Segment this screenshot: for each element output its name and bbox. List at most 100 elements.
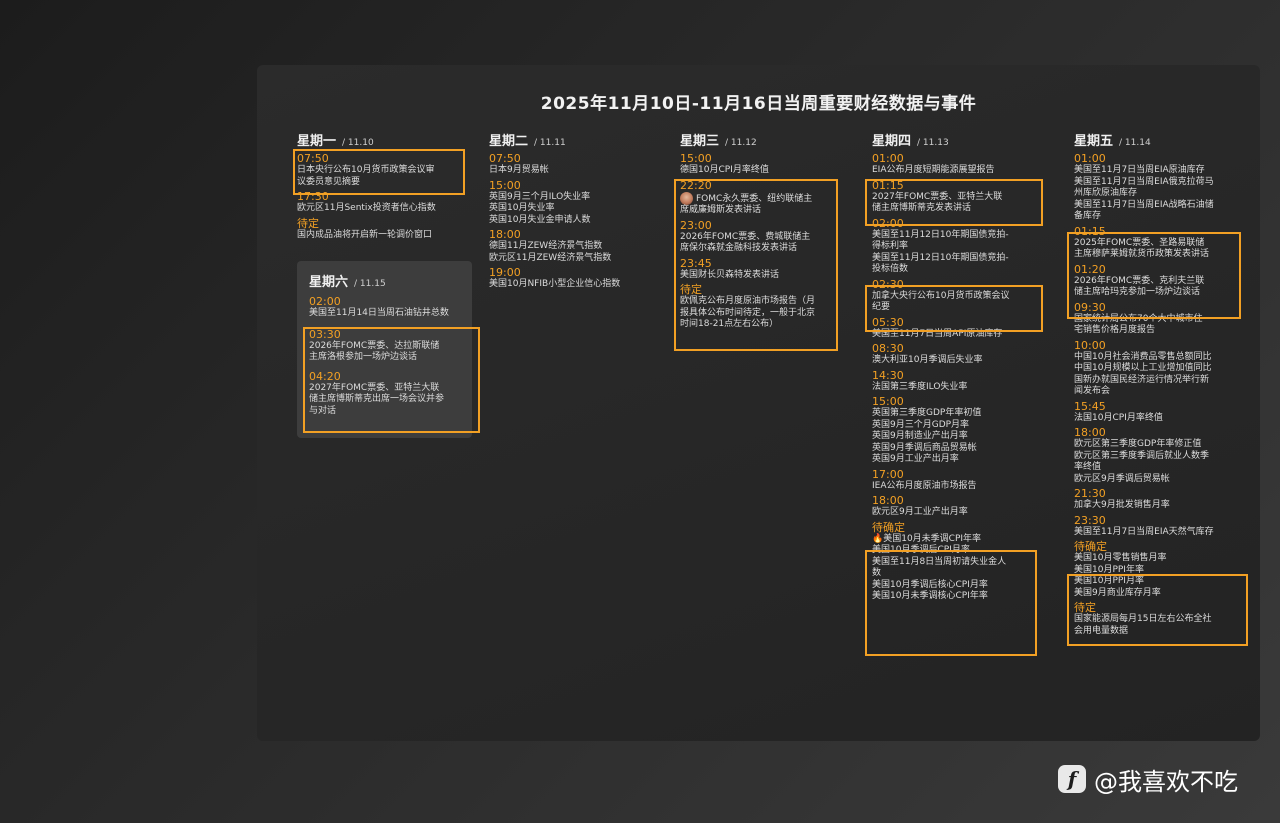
day-date: / 11.13 — [917, 138, 949, 148]
event-text: 主席洛根参加一场炉边谈话 — [309, 352, 469, 364]
event-time: 19:00 — [489, 266, 521, 279]
event-text-line: 美国10月NFIB小型企业信心指数 — [489, 279, 621, 289]
event-time: 18:00 — [489, 228, 521, 241]
event-text: 欧元区第三季度季调后就业人数季 — [1074, 451, 1246, 463]
day-header: 星期四 / 11.13 — [872, 134, 1044, 150]
day-column-wednesday: 星期三/ 11.12 15:00 德国10月CPI月率终值 22:20 FOMC永久票委… — [680, 134, 852, 331]
event-text: 纪要 — [872, 302, 1044, 314]
event-text: 储主席哈玛克参加一场炉边谈话 — [1074, 287, 1246, 299]
event-text: 国新办就国民经济运行情况举行新 — [1074, 375, 1246, 387]
event-text-line: 美国10月PPI年率 — [1074, 564, 1144, 575]
event-text: 德国10月CPI月率终值 — [680, 165, 852, 177]
event-text-line: 英国9月季调后商品贸易帐 — [872, 442, 977, 453]
watermark: f @我喜欢不吃 — [1058, 761, 1238, 797]
event-time: 待确定 — [1074, 540, 1107, 553]
event-text-line: 2026年FOMC票委、费城联储主 — [680, 231, 811, 242]
event-item: 18:00 德国11月ZEW经济景气指数 欧元区11月ZEW经济景气指数 — [489, 228, 661, 264]
event-text-line: 美国至11月8日当周初请失业金人 — [872, 556, 1007, 567]
event-item: 05:30 美国至11月7日当周API原油库存 — [872, 316, 1044, 341]
event-text: 国内成品油将开启新一轮调价窗口 — [297, 230, 469, 242]
fire-icon: 🔥 — [872, 533, 884, 544]
event-text: 得标利率 — [872, 241, 1044, 253]
event-item: 01:00 EIA公布月度短期能源展望报告 — [872, 152, 1044, 177]
event-text-line: 会用电量数据 — [1074, 625, 1129, 636]
event-time: 15:00 — [489, 178, 521, 192]
event-item: 23:00 2026年FOMC票委、费城联储主 席保尔森就金融科技发表讲话 — [680, 219, 852, 255]
event-item: 01:00 美国至11月7日当周EIA原油库存 美国至11月7日当周EIA俄克拉荷马… — [1074, 152, 1246, 223]
event-text-line: 美国10月零售销售月率 — [1074, 553, 1167, 563]
event-text: 2026年FOMC票委、费城联储主 — [680, 232, 852, 244]
event-text: 报具体公布时间待定，一般于北京 — [680, 308, 852, 320]
day-header: 星期五 / 11.14 — [1074, 134, 1246, 150]
event-item: 18:00 欧元区第三季度GDP年率修正值 欧元区第三季度季调后就业人数季 率终值 欧元… — [1074, 426, 1246, 485]
calendar-card: 2025年11月10日-11月16日当周重要财经数据与事件 星期一 / 11.10… — [257, 65, 1260, 741]
event-text-line: 美国至11月7日当周EIA天然气库存 — [1074, 526, 1214, 537]
event-text-line: 加拿大央行公布10月货币政策会议 — [872, 290, 1010, 301]
event-item: 03:30 2026年FOMC票委、达拉斯联储 主席洛根参加一场炉边谈话 — [309, 328, 469, 364]
event-text: 欧元区9月季调后贸易帐 — [1074, 474, 1246, 486]
event-text: 美国至11月8日当周初请失业金人 — [872, 557, 1044, 569]
event-text: 与对话 — [309, 406, 469, 418]
event-time: 01:00 — [872, 152, 904, 165]
day-date: / 11.10 — [342, 138, 374, 148]
event-item: 02:00 美国至11月12日10年期国债竞拍- 得标利率 美国至11月12日10年期… — [872, 217, 1044, 276]
event-text: 2026年FOMC票委、克利夫兰联 — [1074, 276, 1246, 288]
event-text: 德国11月ZEW经济景气指数 — [489, 241, 661, 253]
event-text-line: 席保尔森就金融科技发表讲话 — [680, 243, 798, 253]
event-text-line: 日本央行公布10月货币政策会议审 — [297, 165, 435, 175]
event-text-line: 德国11月ZEW经济景气指数 — [489, 241, 603, 251]
event-time: 21:30 — [1074, 487, 1106, 500]
event-text-line: 得标利率 — [872, 241, 909, 251]
event-text-line: 欧元区11月ZEW经济景气指数 — [489, 252, 612, 263]
day-header: 星期三 / 11.12 — [680, 134, 852, 150]
event-text: 欧元区11月ZEW经济景气指数 — [489, 253, 661, 265]
event-text: 美国10月季调后核心CPI月率 — [872, 580, 1044, 592]
event-text-line: 美国10月未季调CPI年率 — [883, 533, 982, 544]
avatar-icon — [680, 191, 693, 205]
event-text-line: 日本9月贸易帐 — [489, 165, 549, 175]
event-text: 州库欣原油库存 — [1074, 188, 1246, 200]
event-text: 率终值 — [1074, 462, 1246, 474]
event-text: 中国10月规模以上工业增加值同比 — [1074, 363, 1246, 375]
event-text: 美国至11月7日当周EIA战略石油储 — [1074, 200, 1246, 212]
day-column-monday: 星期一/ 11.10 07:50 日本央行公布10月货币政策会议审 议委员意见摘要 17… — [297, 134, 469, 241]
event-text: EIA公布月度短期能源展望报告 — [872, 165, 1044, 177]
event-item: 23:30 美国至11月7日当周EIA天然气库存 — [1074, 514, 1246, 539]
event-text: 闻发布会 — [1074, 386, 1246, 398]
event-text: 法国第三季度ILO失业率 — [872, 382, 1044, 394]
event-text: 英国9月制造业产出月率 — [872, 431, 1044, 443]
event-item: 21:30 加拿大9月批发销售月率 — [1074, 487, 1246, 512]
event-time: 08:30 — [872, 342, 904, 355]
event-text: 美国10月PPI年率 — [1074, 565, 1246, 577]
event-text-line: 国内成品油将开启新一轮调价窗口 — [297, 229, 433, 240]
event-item: 待定 国内成品油将开启新一轮调价窗口 — [297, 217, 469, 242]
event-text-line: EIA公布月度短期能源展望报告 — [872, 165, 995, 175]
event-text-line: 英国第三季度GDP年率初值 — [872, 408, 982, 418]
event-item: 17:30 欧元区11月Sentix投资者信心指数 — [297, 190, 469, 215]
event-time: 03:30 — [309, 327, 341, 341]
event-text-line: 欧元区9月季调后贸易帐 — [1074, 473, 1170, 484]
event-text-line: 美国10月季调后核心CPI月率 — [872, 579, 988, 590]
event-text: 2025年FOMC票委、圣路易联储 — [1074, 238, 1246, 250]
event-text: 美国至11月12日10年期国债竞拍- — [872, 253, 1044, 265]
event-text: 欧元区第三季度GDP年率修正值 — [1074, 439, 1246, 451]
event-time: 14:30 — [872, 368, 904, 382]
event-text: 2027年FOMC票委、亚特兰大联 — [309, 383, 469, 395]
event-text-line: 欧佩克公布月度原油市场报告（月 — [680, 296, 816, 306]
event-text: 数 — [872, 568, 1044, 580]
event-item: 22:20 FOMC永久票委、纽约联储主 席威廉姆斯发表讲话 — [680, 179, 852, 217]
event-text: 会用电量数据 — [1074, 626, 1246, 638]
event-time: 09:30 — [1074, 300, 1106, 314]
event-text-line: 英国10月失业金申请人数 — [489, 214, 591, 225]
event-text: 储主席博斯蒂克发表讲话 — [872, 203, 1044, 215]
event-item: 14:30 法国第三季度ILO失业率 — [872, 369, 1044, 394]
event-text-line: 国家统计局公布70个大中城市住 — [1074, 313, 1203, 324]
event-text: 席保尔森就金融科技发表讲话 — [680, 243, 852, 255]
event-text-line: 美国10月未季调核心CPI年率 — [872, 591, 988, 601]
event-text: 欧元区11月Sentix投资者信心指数 — [297, 203, 469, 215]
event-time: 待定 — [297, 216, 319, 230]
event-text-line: 主席穆萨莱姆就货币政策发表讲话 — [1074, 249, 1210, 259]
event-text: 日本9月贸易帐 — [489, 165, 661, 177]
event-time: 22:20 — [680, 178, 712, 192]
event-time: 02:00 — [309, 295, 341, 308]
